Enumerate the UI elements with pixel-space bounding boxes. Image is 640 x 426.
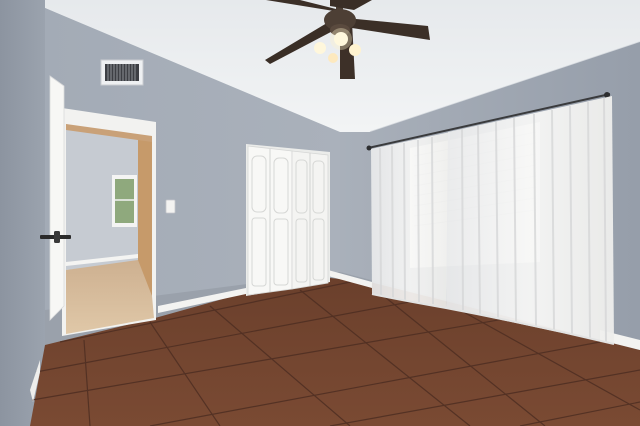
curtain-rod-finial-left: [366, 145, 372, 151]
hallway-window: [112, 175, 137, 227]
open-door[interactable]: [49, 75, 65, 321]
air-vent: [100, 59, 144, 86]
room-illustration: [0, 0, 640, 426]
light-switch[interactable]: [165, 199, 176, 214]
left-wall: [0, 0, 45, 426]
bedroom-scene: [0, 0, 640, 426]
bifold-closet-doors[interactable]: [246, 144, 330, 296]
